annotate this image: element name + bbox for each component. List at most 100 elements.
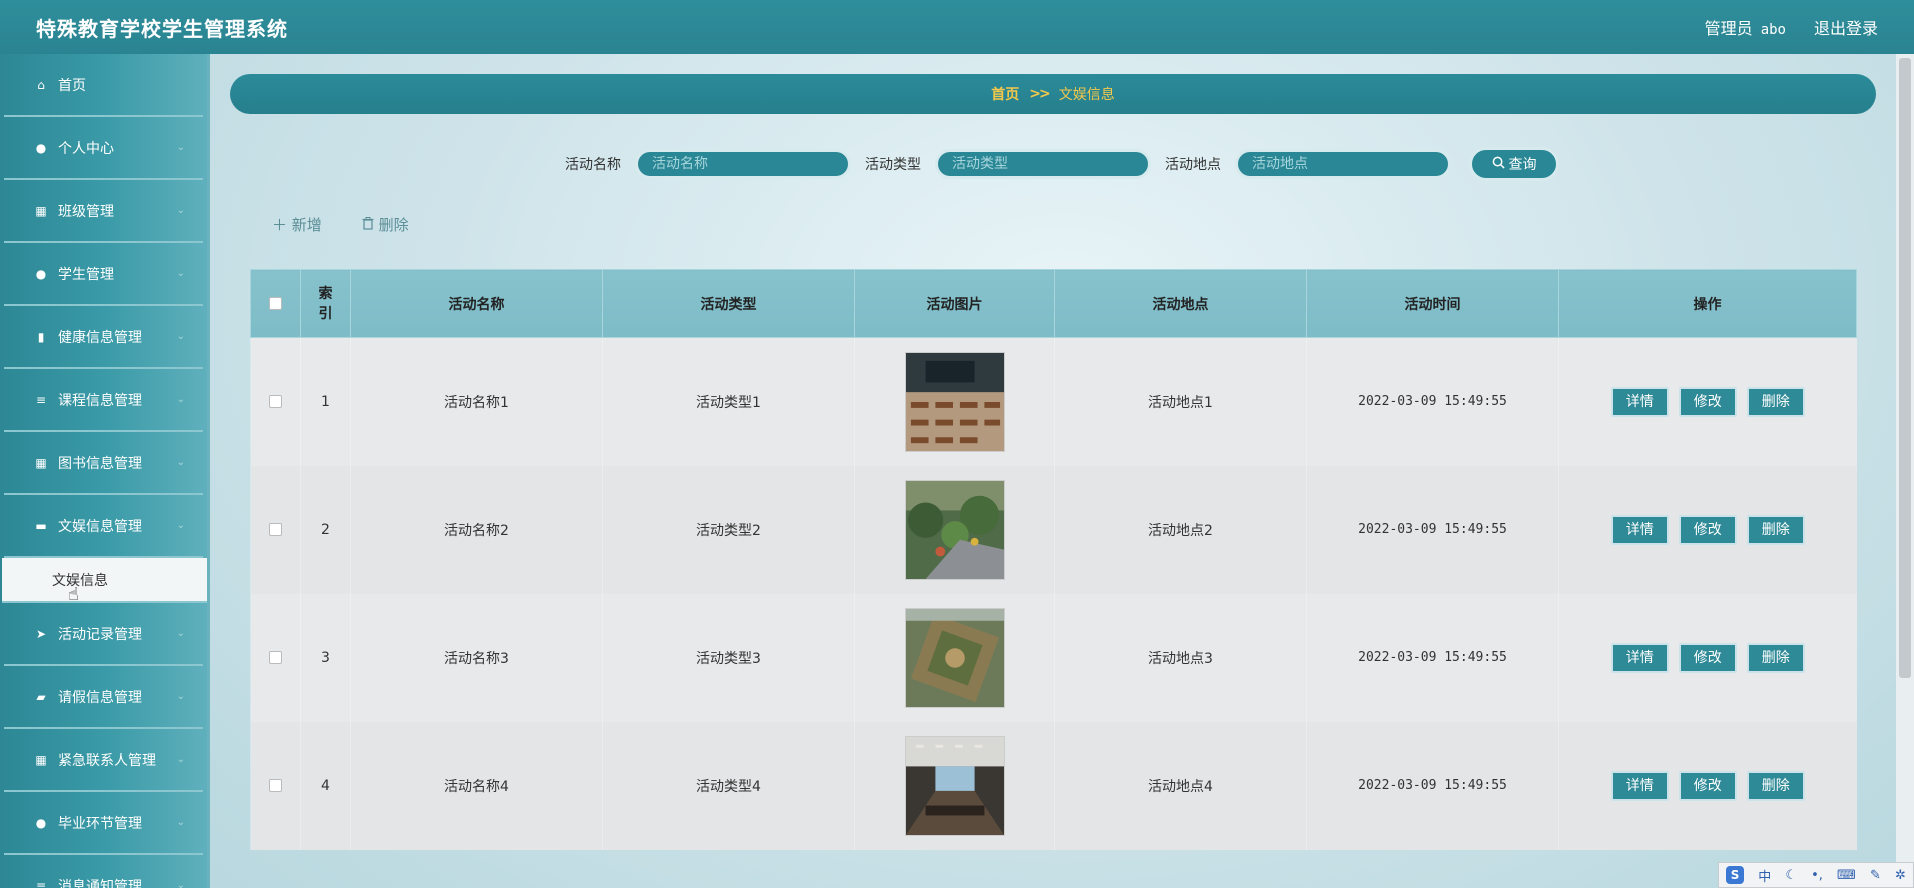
- ime-mode[interactable]: 中: [1758, 866, 1771, 885]
- row-ops: 详情 修改 删除: [1558, 465, 1857, 594]
- detail-button[interactable]: 详情: [1610, 642, 1669, 673]
- sidebar-item-label: 图书信息管理: [58, 455, 142, 472]
- sidebar-item-2[interactable]: ▦ 班级管理 ⌄: [4, 180, 203, 243]
- row-index: 2: [300, 465, 351, 594]
- sidebar-item-content: ▦ 班级管理: [34, 201, 114, 221]
- user-icon: ●: [35, 815, 47, 830]
- tools-icon[interactable]: ✲: [1895, 868, 1906, 883]
- chevron-down-icon: ⌄: [176, 691, 185, 702]
- chevron-down-icon: ⌄: [176, 817, 185, 828]
- sidebar-item-0[interactable]: ⌂ 首页: [4, 54, 203, 117]
- row-checkbox[interactable]: [269, 523, 282, 536]
- layout: ⌂ 首页 ● 个人中心 ⌄ ▦ 班级管理 ⌄ ● 学生管理 ⌄ ▮ 健康信息管理 ⌄ ≡ 课程信息管理 ⌄ ▦ 图书…: [0, 54, 1914, 888]
- sidebar-item-11[interactable]: ● 毕业环节管理 ⌄: [4, 792, 203, 855]
- row-name: 活动名称4: [350, 721, 603, 850]
- header-time: 活动时间: [1306, 269, 1559, 338]
- row-checkbox[interactable]: [269, 395, 282, 409]
- list-icon: ≡: [35, 878, 47, 888]
- search-place-group: 活动地点: [1165, 149, 1451, 179]
- delete-button[interactable]: 删除: [1746, 642, 1805, 673]
- search-place-input[interactable]: [1235, 149, 1451, 179]
- activity-image: [904, 607, 1005, 708]
- grid-icon: ▦: [35, 455, 47, 470]
- skin-icon[interactable]: ✎: [1870, 868, 1881, 883]
- search-form: 活动名称 活动类型 活动地点 查询: [210, 146, 1914, 182]
- header-index: 索引: [300, 269, 351, 338]
- sidebar-item-6[interactable]: ▦ 图书信息管理 ⌄: [4, 432, 203, 495]
- batch-delete-button[interactable]: 删除: [362, 214, 409, 235]
- sidebar-item-label: 紧急联系人管理: [58, 752, 156, 769]
- sidebar-item-content: ● 毕业环节管理: [34, 813, 142, 833]
- search-name-input[interactable]: [635, 149, 851, 179]
- detail-button[interactable]: 详情: [1610, 514, 1669, 545]
- detail-button[interactable]: 详情: [1610, 386, 1669, 417]
- detail-button[interactable]: 详情: [1610, 770, 1669, 801]
- bar-chart-icon: ▮: [37, 329, 45, 344]
- add-button[interactable]: ＋ 新增: [272, 214, 322, 235]
- row-image-cell: [854, 721, 1055, 850]
- app-title: 特殊教育学校学生管理系统: [36, 16, 288, 41]
- submenu-item-active[interactable]: 文娱信息: [2, 558, 207, 603]
- sidebar-item-content: ▦ 紧急联系人管理: [34, 750, 156, 770]
- sidebar-item-9[interactable]: ▰ 请假信息管理 ⌄: [4, 666, 203, 729]
- row-ops: 详情 修改 删除: [1558, 721, 1857, 850]
- sidebar-item-content: ▮ 健康信息管理: [34, 327, 142, 347]
- sidebar-item-8[interactable]: ➤ 活动记录管理 ⌄: [4, 603, 203, 666]
- edit-button[interactable]: 修改: [1678, 642, 1737, 673]
- row-image-cell: [854, 593, 1055, 722]
- table-row: 3 活动名称3 活动类型3 活动地点3 2022-03-09 15:49:55 详情 修改删…: [250, 593, 1857, 722]
- user-icon: ●: [35, 140, 47, 155]
- row-place: 活动地点2: [1054, 465, 1307, 594]
- sidebar-item-10[interactable]: ▦ 紧急联系人管理 ⌄: [4, 729, 203, 792]
- edit-button[interactable]: 修改: [1678, 514, 1737, 545]
- row-index: 4: [300, 721, 351, 850]
- sidebar-item-12[interactable]: ≡ 消息通知管理 ⌄: [4, 855, 203, 888]
- row-checkbox[interactable]: [269, 651, 282, 664]
- edit-button[interactable]: 修改: [1678, 386, 1737, 417]
- sidebar-item-content: ≡ 消息通知管理: [34, 876, 142, 888]
- row-select-cell: [250, 465, 301, 594]
- query-button[interactable]: 查询: [1469, 147, 1559, 181]
- delete-button[interactable]: 删除: [1746, 514, 1805, 545]
- search-type-input[interactable]: [935, 149, 1151, 179]
- header-index-label: 索引: [318, 285, 333, 322]
- ticket-icon: ▰: [36, 689, 46, 704]
- sidebar-item-3[interactable]: ● 学生管理 ⌄: [4, 243, 203, 306]
- table-row: 2 活动名称2 活动类型2 活动地点2 2022-03-09 15:49:55 详情 修改删…: [250, 465, 1857, 594]
- row-type: 活动类型2: [602, 465, 855, 594]
- delete-button[interactable]: 删除: [1746, 770, 1805, 801]
- vertical-scrollbar[interactable]: [1896, 54, 1914, 888]
- sidebar-item-label: 健康信息管理: [58, 329, 142, 346]
- scrollbar-thumb[interactable]: [1899, 58, 1911, 678]
- delete-button[interactable]: 删除: [1746, 386, 1805, 417]
- sidebar-item-5[interactable]: ≡ 课程信息管理 ⌄: [4, 369, 203, 432]
- sidebar-item-content: ● 学生管理: [34, 264, 114, 284]
- table-header-row: 索引 活动名称 活动类型 活动图片 活动地点 活动时间 操作: [250, 269, 1857, 338]
- punctuation-icon[interactable]: •,: [1811, 868, 1823, 883]
- activity-table: 索引 活动名称 活动类型 活动图片 活动地点 活动时间 操作 1 活动名称1 活动类…: [250, 269, 1857, 850]
- moon-icon[interactable]: ☾: [1785, 868, 1797, 883]
- row-select-cell: [250, 721, 301, 850]
- row-place: 活动地点1: [1054, 337, 1307, 466]
- row-time: 2022-03-09 15:49:55: [1306, 721, 1559, 850]
- list-icon: ≡: [35, 392, 47, 407]
- select-all-checkbox[interactable]: [269, 297, 282, 310]
- mouse-cursor-icon: ☝: [68, 584, 79, 605]
- chevron-down-icon: ⌄: [176, 268, 185, 279]
- logout-link[interactable]: 退出登录: [1814, 15, 1878, 39]
- breadcrumb-home[interactable]: 首页: [991, 84, 1019, 104]
- home-icon: ⌂: [37, 77, 45, 92]
- sidebar-item-7[interactable]: ▬ 文娱信息管理 ⌄: [4, 495, 203, 558]
- sidebar-item-1[interactable]: ● 个人中心 ⌄: [4, 117, 203, 180]
- sidebar-item-4[interactable]: ▮ 健康信息管理 ⌄: [4, 306, 203, 369]
- sidebar-item-label: 请假信息管理: [58, 689, 142, 706]
- edit-button[interactable]: 修改: [1678, 770, 1737, 801]
- keyboard-icon[interactable]: ⌨: [1837, 868, 1856, 883]
- row-select-cell: [250, 593, 301, 722]
- sidebar-item-label: 班级管理: [58, 203, 114, 220]
- table-row: 1 活动名称1 活动类型1 活动地点1 2022-03-09 15:49:55 详情 修改删…: [250, 337, 1857, 466]
- send-icon: ➤: [35, 626, 47, 641]
- row-checkbox[interactable]: [269, 779, 282, 792]
- ime-toolbar: S 中 ☾ •, ⌨ ✎ ✲: [1718, 862, 1914, 888]
- breadcrumb-current: 文娱信息: [1058, 87, 1115, 103]
